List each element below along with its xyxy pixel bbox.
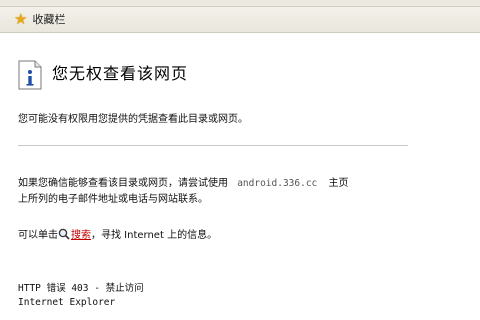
favorites-label: 收藏栏 — [32, 13, 66, 26]
favorites-bar: ★ 收藏栏 — [0, 0, 480, 33]
contact-paragraph-line2: 上所列的电子邮件地址或电话与网站联系。 — [18, 194, 208, 205]
site-url-link[interactable]: android.336.cc — [237, 178, 317, 189]
search-prefix: 可以单击 — [18, 230, 58, 241]
permission-message: 您可能没有权限用您提供的凭据查看此目录或网页。 — [18, 114, 248, 125]
contact-text-1: 如果您确信能够查看该目录或网页，请尝试使用 — [18, 178, 228, 189]
divider — [18, 145, 408, 146]
search-icon[interactable] — [58, 228, 70, 240]
contact-text-2: 主页 — [328, 178, 349, 189]
info-icon — [18, 60, 42, 90]
star-icon: ★ — [14, 9, 28, 28]
favorites-button[interactable]: ★ 收藏栏 — [14, 10, 65, 28]
search-link[interactable]: 搜索 — [71, 230, 91, 241]
browser-name: Internet Explorer — [18, 297, 116, 308]
error-code: HTTP 错误 403 - 禁止访问 — [18, 283, 144, 294]
search-paragraph: 可以单击 搜索，寻找 Internet 上的信息。 — [18, 226, 217, 241]
search-suffix: ，寻找 Internet 上的信息。 — [91, 230, 218, 241]
page-title: 您无权查看该网页 — [52, 64, 189, 83]
toolbar-edge — [0, 0, 480, 7]
contact-paragraph-line1: 如果您确信能够查看该目录或网页，请尝试使用 android.336.cc 主页 — [18, 174, 348, 189]
